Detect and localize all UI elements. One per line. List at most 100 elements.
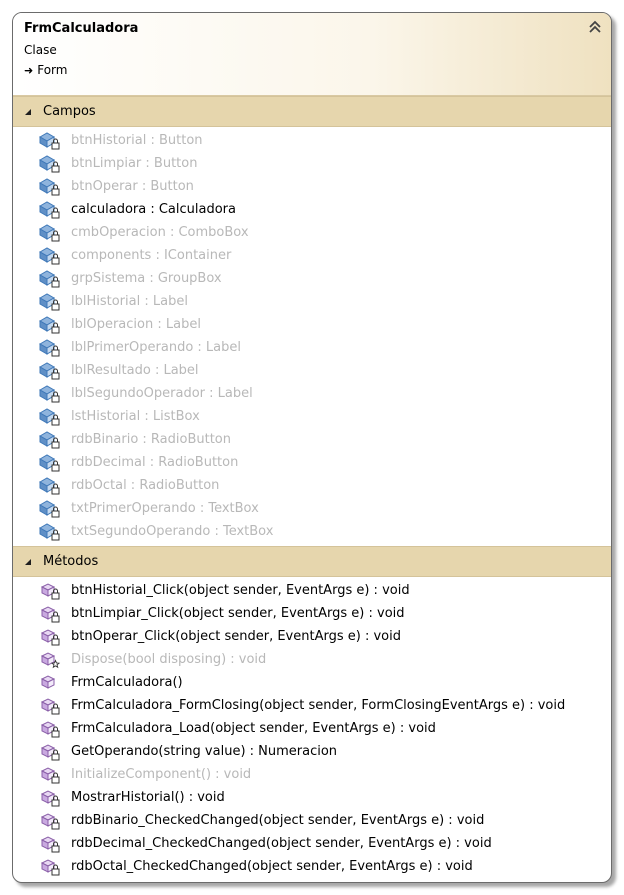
fields-list: btnHistorial : Button btnLimpiar : Butto… [13, 127, 611, 546]
private-field-icon [39, 522, 60, 540]
method-signature: rdbBinario_CheckedChanged(object sender,… [71, 813, 485, 828]
private-field-icon [39, 430, 60, 448]
field-signature: rdbOctal : RadioButton [71, 478, 220, 493]
fields-section-header[interactable]: Campos [13, 96, 611, 127]
field-signature: cmbOperacion : ComboBox [71, 225, 249, 240]
field-signature: grpSistema : GroupBox [71, 271, 222, 286]
method-signature: btnHistorial_Click(object sender, EventA… [71, 583, 410, 598]
field-signature: btnLimpiar : Button [71, 156, 198, 171]
private-field-icon [39, 384, 60, 402]
method-signature: MostrarHistorial() : void [71, 790, 225, 805]
field-row[interactable]: rdbOctal : RadioButton [13, 474, 611, 497]
base-class-name: Form [37, 63, 68, 77]
method-row[interactable]: MostrarHistorial() : void [13, 786, 611, 809]
field-row[interactable]: components : IContainer [13, 244, 611, 267]
method-row[interactable]: rdbOctal_CheckedChanged(object sender, E… [13, 855, 611, 878]
field-signature: btnHistorial : Button [71, 133, 203, 148]
methods-section-header[interactable]: Métodos [13, 546, 611, 577]
private-method-icon [40, 812, 60, 829]
method-row[interactable]: Dispose(bool disposing) : void [13, 648, 611, 671]
private-field-icon [39, 200, 60, 218]
methods-list: btnHistorial_Click(object sender, EventA… [13, 577, 611, 881]
private-field-icon [39, 269, 60, 287]
collapse-chevron-icon[interactable] [587, 19, 603, 35]
method-row[interactable]: FrmCalculadora_FormClosing(object sender… [13, 694, 611, 717]
private-field-icon [39, 338, 60, 356]
field-row[interactable]: calculadora : Calculadora [13, 198, 611, 221]
field-signature: lblResultado : Label [71, 363, 199, 378]
private-field-icon [39, 223, 60, 241]
private-method-icon [40, 605, 60, 622]
private-field-icon [39, 407, 60, 425]
private-field-icon [39, 177, 60, 195]
fields-section-label: Campos [43, 104, 96, 119]
private-field-icon [39, 315, 60, 333]
field-signature: lblPrimerOperando : Label [71, 340, 242, 355]
method-signature: InitializeComponent() : void [71, 767, 252, 782]
private-method-icon [40, 835, 60, 852]
field-row[interactable]: lblSegundoOperador : Label [13, 382, 611, 405]
expand-triangle-icon[interactable] [24, 108, 32, 116]
field-signature: btnOperar : Button [71, 179, 194, 194]
private-method-icon [40, 858, 60, 875]
private-field-icon [39, 361, 60, 379]
field-row[interactable]: lblPrimerOperando : Label [13, 336, 611, 359]
method-signature: btnOperar_Click(object sender, EventArgs… [71, 629, 401, 644]
method-row[interactable]: btnOperar_Click(object sender, EventArgs… [13, 625, 611, 648]
method-signature: Dispose(bool disposing) : void [71, 652, 267, 667]
method-row[interactable]: rdbDecimal_CheckedChanged(object sender,… [13, 832, 611, 855]
class-kind: Clase [24, 43, 57, 57]
field-row[interactable]: lblResultado : Label [13, 359, 611, 382]
field-row[interactable]: txtSegundoOperando : TextBox [13, 520, 611, 543]
method-signature: FrmCalculadora() [71, 675, 183, 690]
private-field-icon [39, 154, 60, 172]
field-row[interactable]: lblOperacion : Label [13, 313, 611, 336]
private-method-icon [40, 766, 60, 783]
method-row[interactable]: FrmCalculadora() [13, 671, 611, 694]
private-field-icon [39, 476, 60, 494]
public-method-icon [40, 674, 56, 689]
class-name: FrmCalculadora [24, 21, 139, 36]
private-method-icon [40, 720, 60, 737]
field-signature: lstHistorial : ListBox [71, 409, 200, 424]
field-row[interactable]: btnHistorial : Button [13, 129, 611, 152]
private-field-icon [39, 246, 60, 264]
field-row[interactable]: btnLimpiar : Button [13, 152, 611, 175]
field-row[interactable]: lstHistorial : ListBox [13, 405, 611, 428]
field-row[interactable]: rdbDecimal : RadioButton [13, 451, 611, 474]
method-signature: FrmCalculadora_Load(object sender, Event… [71, 721, 436, 736]
private-field-icon [39, 131, 60, 149]
field-signature: components : IContainer [71, 248, 232, 263]
field-signature: rdbDecimal : RadioButton [71, 455, 239, 470]
base-class: ➜ Form [24, 63, 67, 77]
method-signature: GetOperando(string value) : Numeracion [71, 744, 338, 759]
method-row[interactable]: btnLimpiar_Click(object sender, EventArg… [13, 602, 611, 625]
expand-triangle-icon[interactable] [24, 558, 32, 566]
method-signature: rdbDecimal_CheckedChanged(object sender,… [71, 836, 492, 851]
method-row[interactable]: FrmCalculadora_Load(object sender, Event… [13, 717, 611, 740]
methods-section-label: Métodos [43, 554, 99, 569]
method-signature: FrmCalculadora_FormClosing(object sender… [71, 698, 566, 713]
private-method-icon [40, 582, 60, 599]
protected-method-icon [40, 651, 61, 668]
field-row[interactable]: grpSistema : GroupBox [13, 267, 611, 290]
inheritance-arrow-icon: ➜ [24, 64, 34, 77]
method-signature: rdbOctal_CheckedChanged(object sender, E… [71, 859, 473, 874]
field-row[interactable]: btnOperar : Button [13, 175, 611, 198]
method-row[interactable]: GetOperando(string value) : Numeracion [13, 740, 611, 763]
field-row[interactable]: rdbBinario : RadioButton [13, 428, 611, 451]
class-diagram-shape[interactable]: FrmCalculadora Clase ➜ Form Campos btnHis… [12, 12, 612, 883]
private-method-icon [40, 697, 60, 714]
private-method-icon [40, 743, 60, 760]
method-row[interactable]: rdbBinario_CheckedChanged(object sender,… [13, 809, 611, 832]
field-signature: calculadora : Calculadora [71, 202, 236, 217]
method-row[interactable]: btnHistorial_Click(object sender, EventA… [13, 579, 611, 602]
field-row[interactable]: cmbOperacion : ComboBox [13, 221, 611, 244]
private-method-icon [40, 628, 60, 645]
method-signature: btnLimpiar_Click(object sender, EventArg… [71, 606, 405, 621]
field-signature: txtPrimerOperando : TextBox [71, 501, 259, 516]
field-signature: rdbBinario : RadioButton [71, 432, 231, 447]
method-row[interactable]: InitializeComponent() : void [13, 763, 611, 786]
field-row[interactable]: lblHistorial : Label [13, 290, 611, 313]
field-row[interactable]: txtPrimerOperando : TextBox [13, 497, 611, 520]
